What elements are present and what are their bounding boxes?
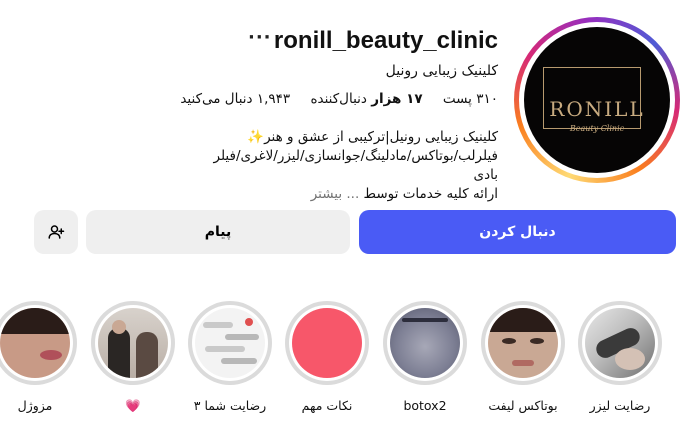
highlight-important-notes[interactable] <box>285 301 369 385</box>
followers-number: ۱۷ هزار <box>371 91 423 107</box>
highlight-heart[interactable] <box>91 301 175 385</box>
profile-avatar[interactable]: RONILL Beauty Clinic <box>514 17 680 183</box>
highlight-thumb-botox <box>390 308 460 378</box>
profile-stats: ۳۱۰ پست ۱۷ هزار دنبال‌کننده ۱,۹۴۳ دنبال … <box>164 91 498 107</box>
highlight-thumb-chat <box>195 308 265 378</box>
follow-button[interactable]: دنبال کردن <box>359 210 676 254</box>
profile-full-name: کلینیک زیبایی رونیل <box>385 63 498 79</box>
message-button[interactable]: پیام <box>86 210 350 254</box>
bio-line-3-text: ارائه کلیه خدمات توسط <box>363 186 498 202</box>
posts-count[interactable]: ۳۱۰ پست <box>443 91 498 107</box>
highlight-botox2[interactable] <box>383 301 467 385</box>
bio-more-link[interactable]: ... بیشتر <box>311 186 360 202</box>
highlight-thumb-pink <box>292 308 362 378</box>
highlight-thumb-face <box>488 308 558 378</box>
avatar-image: RONILL Beauty Clinic <box>524 27 670 173</box>
highlight-satisfaction-3[interactable] <box>188 301 272 385</box>
logo-brand: RONILL <box>549 97 645 121</box>
add-person-icon <box>48 225 65 239</box>
bio-line-1: کلینیک زیبایی رونیل|ترکیبی از عشق و هنر✨ <box>247 129 498 145</box>
following-count[interactable]: ۱,۹۴۳ دنبال می‌کنید <box>180 91 290 107</box>
suggested-accounts-button[interactable] <box>34 210 78 254</box>
followers-label: دنبال‌کننده <box>310 91 367 107</box>
highlight-thumb-clinic <box>98 308 168 378</box>
highlight-laser[interactable] <box>578 301 662 385</box>
bio-line-2: فیلرلب/بوتاکس/مادلینگ/جوانسازی/لیزر/لاغر… <box>213 148 499 183</box>
highlight-thumb-lips <box>0 308 70 378</box>
highlight-label-mesogel: مزوژل <box>17 398 53 413</box>
bio-line-3: ارائه کلیه خدمات توسط ... بیشتر <box>188 185 498 204</box>
highlight-botox-lift[interactable] <box>481 301 565 385</box>
followers-count[interactable]: ۱۷ هزار دنبال‌کننده <box>310 91 422 107</box>
options-icon[interactable]: ··· <box>248 27 272 48</box>
profile-username: ronill_beauty_clinic <box>273 27 498 54</box>
logo-subtitle: Beauty Clinic <box>569 124 625 133</box>
profile-bio: کلینیک زیبایی رونیل|ترکیبی از عشق و هنر✨… <box>188 128 499 204</box>
highlight-thumb-laser <box>585 308 655 378</box>
highlight-mesogel[interactable] <box>0 301 77 385</box>
